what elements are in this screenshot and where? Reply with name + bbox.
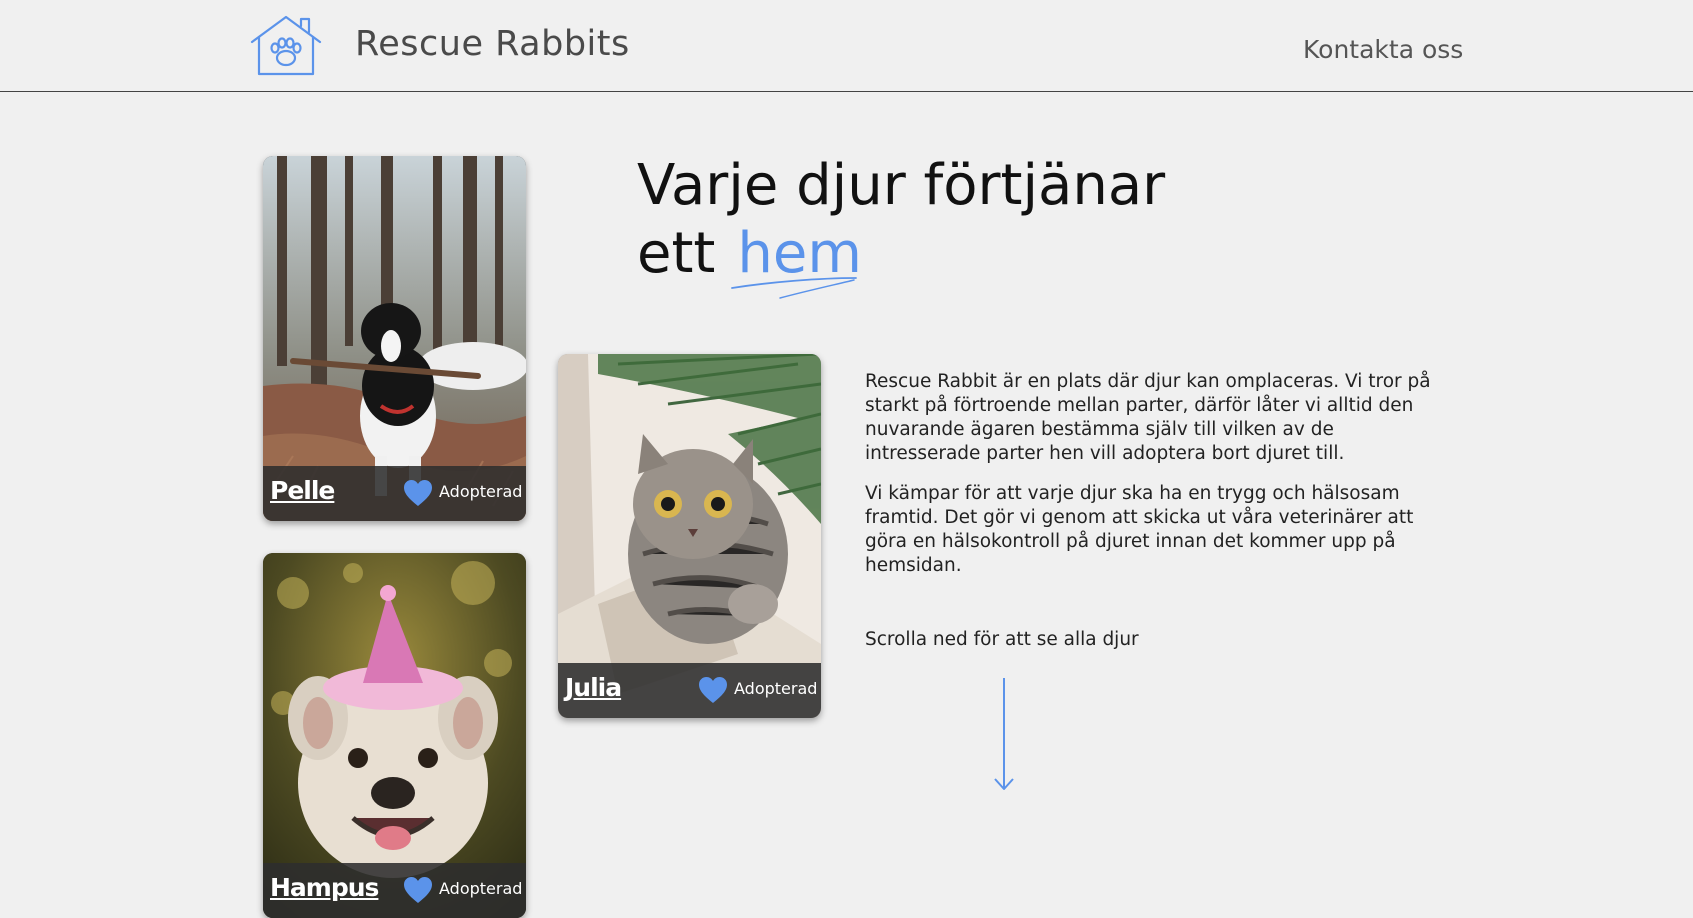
animal-name-link[interactable]: Julia xyxy=(565,673,622,702)
card-footer: Pelle Adopterad xyxy=(263,466,526,521)
animal-card-pelle[interactable]: Pelle Adopterad xyxy=(263,156,526,521)
animal-card-hampus[interactable]: Hampus Adopterad xyxy=(263,553,526,918)
heart-icon xyxy=(699,677,727,703)
house-paw-icon[interactable] xyxy=(249,14,323,76)
contact-link[interactable]: Kontakta oss xyxy=(1303,35,1463,64)
headline-line1: Varje djur förtjänar xyxy=(637,153,1166,218)
scroll-hint: Scrolla ned för att se alla djur xyxy=(865,629,1139,650)
underline-swoosh xyxy=(731,277,857,299)
headline-line2-prefix: ett xyxy=(637,221,716,286)
animal-name-link[interactable]: Pelle xyxy=(270,476,335,505)
status-label: Adopterad xyxy=(439,482,523,501)
heart-icon xyxy=(404,480,432,506)
animal-name-link[interactable]: Hampus xyxy=(270,873,379,902)
status-label: Adopterad xyxy=(439,879,523,898)
heart-icon xyxy=(404,877,432,903)
card-footer: Julia Adopterad xyxy=(558,663,821,718)
site-header: Rescue Rabbits Kontakta oss xyxy=(0,0,1693,92)
intro-paragraph-2: Vi kämpar för att varje djur ska ha en t… xyxy=(865,483,1414,576)
animal-card-julia[interactable]: Julia Adopterad xyxy=(558,354,821,718)
card-footer: Hampus Adopterad xyxy=(263,863,526,918)
brand-name[interactable]: Rescue Rabbits xyxy=(355,24,630,64)
hero-headline: Varje djur förtjänar ett hem xyxy=(637,152,1165,288)
arrow-down-icon[interactable] xyxy=(990,676,1018,793)
intro-paragraph-1: Rescue Rabbit är en plats där djur kan o… xyxy=(865,371,1431,464)
status-label: Adopterad xyxy=(734,679,818,698)
